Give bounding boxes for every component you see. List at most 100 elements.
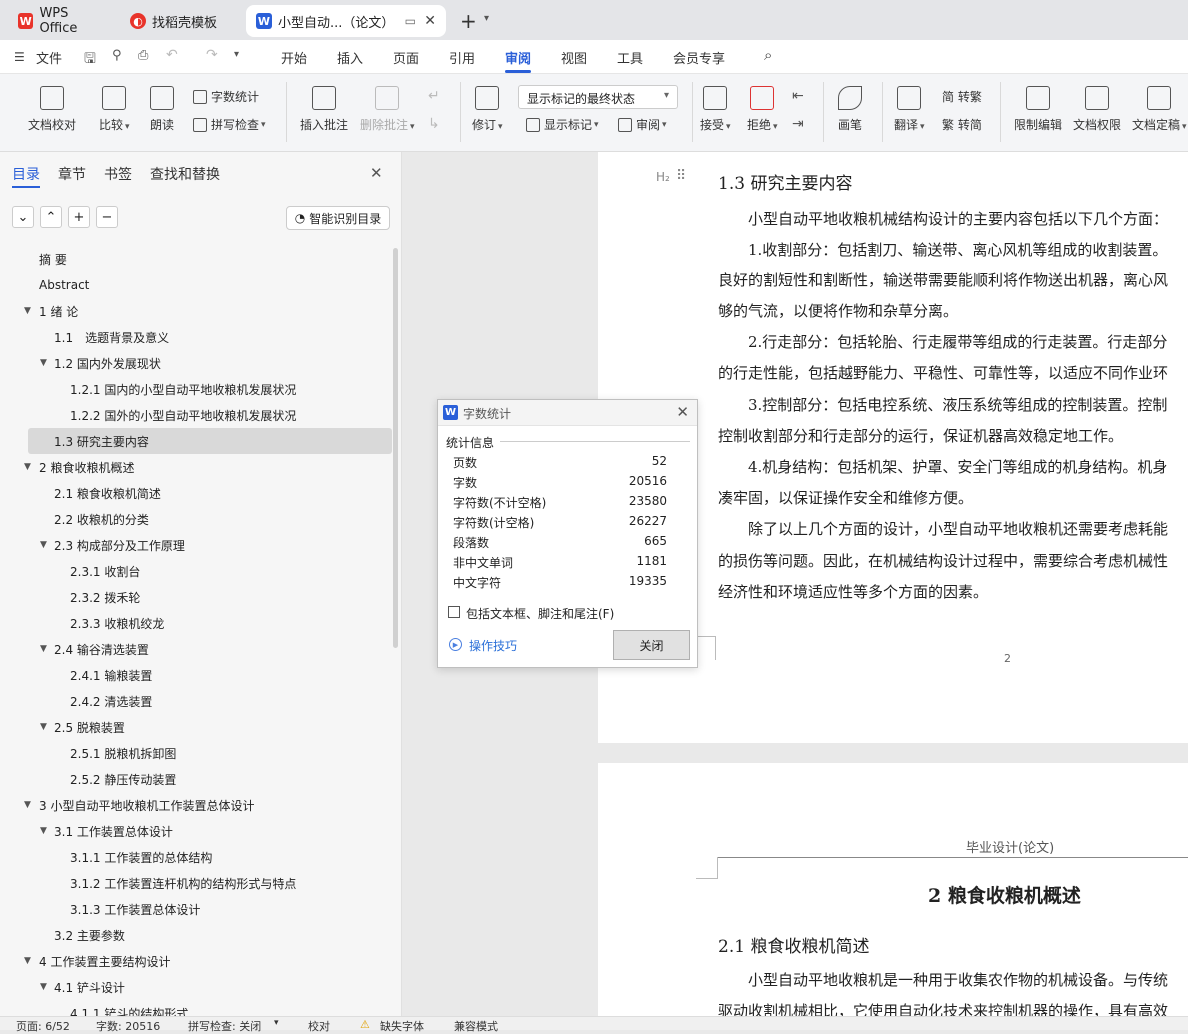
toc-item[interactable]: ▼ 4 工作装置主要结构设计	[0, 948, 392, 974]
expand-arrow-icon[interactable]: ▼	[24, 306, 31, 316]
collapse-up-button[interactable]: ⌃	[40, 206, 62, 228]
new-tab-button[interactable]: +	[460, 9, 477, 33]
tab-pin-icon[interactable]: ▭	[405, 14, 416, 28]
toc-item[interactable]: 3.2 主要参数	[0, 922, 392, 948]
doc-rights-button[interactable]: 文档权限	[1073, 86, 1121, 133]
translate-button[interactable]: 翻译 ▾	[894, 86, 925, 133]
chevron-down-icon[interactable]: ▾	[484, 13, 489, 24]
nav-tab-find-replace[interactable]: 查找和替换	[150, 164, 220, 184]
expand-arrow-icon[interactable]: ▼	[40, 540, 47, 550]
expand-arrow-icon[interactable]: ▼	[40, 982, 47, 992]
expand-arrow-icon[interactable]: ▼	[40, 644, 47, 654]
toc-item[interactable]: 2.4.2 清选装置	[0, 688, 392, 714]
menu-hamburger-icon[interactable]: ☰	[14, 50, 25, 64]
search-icon[interactable]: ⌕	[764, 46, 772, 64]
include-textbox-checkbox[interactable]	[448, 606, 460, 618]
toc-item[interactable]: ▼ 2.5 脱粮装置	[0, 714, 392, 740]
expand-arrow-icon[interactable]: ▼	[24, 462, 31, 472]
toc-item[interactable]: 2.5.1 脱粮机拆卸图	[0, 740, 392, 766]
toc-item[interactable]: ▼ 3 小型自动平地收粮机工作装置总体设计	[0, 792, 392, 818]
menu-reference[interactable]: 引用	[449, 48, 475, 67]
toc-item[interactable]: ▼ 1 绪 论	[0, 298, 392, 324]
undo-icon[interactable]: ↶	[166, 47, 178, 63]
dialog-titlebar[interactable]: W 字数统计 ✕	[438, 400, 697, 426]
word-count-indicator[interactable]: 字数: 20516	[96, 1018, 160, 1034]
remove-heading-button[interactable]: −	[96, 206, 118, 228]
toc-item[interactable]: 2.4.1 输粮装置	[0, 662, 392, 688]
to-traditional-button[interactable]: 简 转繁	[942, 88, 982, 105]
delete-comment-button[interactable]: 删除批注 ▾	[360, 86, 415, 133]
prev-change-icon[interactable]: ⇤	[792, 88, 804, 104]
quick-access-chevron-icon[interactable]: ▾	[234, 49, 239, 60]
expand-arrow-icon[interactable]: ▼	[24, 800, 31, 810]
toc-item[interactable]: 2.2 收粮机的分类	[0, 506, 392, 532]
toc-scrollbar[interactable]	[393, 248, 398, 648]
reject-button[interactable]: 拒绝 ▾	[747, 86, 778, 133]
close-tab-icon[interactable]: ✕	[424, 13, 436, 29]
tab-docer-templates[interactable]: ◐ 找稻壳模板	[120, 5, 242, 37]
show-markup-button[interactable]: 显示标记 ▾	[526, 116, 599, 133]
read-aloud-button[interactable]: 朗读	[150, 86, 174, 133]
toc-item[interactable]: 1.2.2 国外的小型自动平地收粮机发展状况	[0, 402, 392, 428]
toc-item[interactable]: 1.2.1 国内的小型自动平地收粮机发展状况	[0, 376, 392, 402]
toc-item[interactable]: Abstract	[0, 272, 392, 298]
compare-button[interactable]: 比较 ▾	[99, 86, 130, 133]
chevron-down-icon[interactable]: ▾	[274, 1018, 279, 1028]
toc-item[interactable]: 2.3.1 收割台	[0, 558, 392, 584]
expand-arrow-icon[interactable]: ▼	[24, 956, 31, 966]
nav-tab-sections[interactable]: 章节	[58, 164, 86, 184]
toc-item[interactable]: ▼ 4.1 铲斗设计	[0, 974, 392, 1000]
pen-button[interactable]: 画笔	[838, 86, 862, 133]
restrict-edit-button[interactable]: 限制编辑	[1014, 86, 1062, 133]
doc-finalize-button[interactable]: 文档定稿 ▾	[1132, 86, 1187, 133]
expand-down-button[interactable]: ⌄	[12, 206, 34, 228]
menu-member[interactable]: 会员专享	[673, 48, 725, 67]
expand-arrow-icon[interactable]: ▼	[40, 826, 47, 836]
nav-tab-toc[interactable]: 目录	[12, 164, 40, 184]
toc-item[interactable]: 2.3.3 收粮机绞龙	[0, 610, 392, 636]
spell-check-button[interactable]: 拼写检查 ▾	[193, 116, 266, 133]
toc-item[interactable]: 1.1 选题背景及意义	[0, 324, 392, 350]
close-icon[interactable]: ✕	[676, 403, 689, 421]
toc-item[interactable]: 1.3 研究主要内容	[28, 428, 392, 454]
toc-item[interactable]: 摘 要	[0, 246, 392, 272]
insert-comment-button[interactable]: 插入批注	[300, 86, 348, 133]
toc-item[interactable]: ▼ 1.2 国内外发展现状	[0, 350, 392, 376]
share-icon[interactable]: ⚲	[112, 48, 122, 63]
page-indicator[interactable]: 页面: 6/52	[16, 1018, 70, 1034]
toc-item[interactable]: 2.5.2 静压传动装置	[0, 766, 392, 792]
word-count-button[interactable]: 字数统计	[193, 88, 259, 105]
prev-comment-icon[interactable]: ↵	[428, 88, 440, 104]
close-pane-icon[interactable]: ✕	[370, 164, 383, 182]
toc-item[interactable]: ▼ 3.1 工作装置总体设计	[0, 818, 392, 844]
menu-view[interactable]: 视图	[561, 48, 587, 67]
to-simplified-button[interactable]: 繁 转简	[942, 116, 982, 133]
proofread-button[interactable]: 文档校对	[28, 86, 76, 133]
save-icon[interactable]: 🖫	[84, 48, 96, 72]
tab-document-active[interactable]: W 小型自动...（论文） ▭ ✕	[246, 5, 446, 37]
smart-toc-button[interactable]: ◔ 智能识别目录	[286, 206, 390, 230]
missing-font-status[interactable]: 缺失字体	[380, 1018, 424, 1034]
toc-item[interactable]: 4.1.1 铲斗的结构形式	[0, 1000, 392, 1017]
markup-state-select[interactable]: 显示标记的最终状态 ▾	[518, 85, 678, 109]
nav-tab-bookmarks[interactable]: 书签	[104, 164, 132, 184]
menu-file[interactable]: 文件	[36, 48, 62, 67]
toc-item[interactable]: 3.1.2 工作装置连杆机构的结构形式与特点	[0, 870, 392, 896]
redo-icon[interactable]: ↷	[206, 47, 218, 63]
expand-arrow-icon[interactable]: ▼	[40, 722, 47, 732]
toc-item[interactable]: 2.3.2 拨禾轮	[0, 584, 392, 610]
next-comment-icon[interactable]: ↳	[428, 116, 440, 132]
drag-handle-icon[interactable]: ⠿	[676, 168, 686, 184]
toc-item[interactable]: ▼ 2.3 构成部分及工作原理	[0, 532, 392, 558]
review-pane-button[interactable]: 审阅 ▾	[618, 116, 667, 133]
close-button[interactable]: 关闭	[613, 630, 690, 660]
expand-arrow-icon[interactable]: ▼	[40, 358, 47, 368]
menu-insert[interactable]: 插入	[337, 48, 363, 67]
toc-item[interactable]: 3.1.3 工作装置总体设计	[0, 896, 392, 922]
menu-home[interactable]: 开始	[281, 48, 307, 67]
toc-item[interactable]: ▼ 2.4 输谷清选装置	[0, 636, 392, 662]
spell-check-status[interactable]: 拼写检查: 关闭	[188, 1018, 261, 1034]
accept-button[interactable]: 接受 ▾	[700, 86, 731, 133]
toc-item[interactable]: ▼ 2 粮食收粮机概述	[0, 454, 392, 480]
add-heading-button[interactable]: +	[68, 206, 90, 228]
